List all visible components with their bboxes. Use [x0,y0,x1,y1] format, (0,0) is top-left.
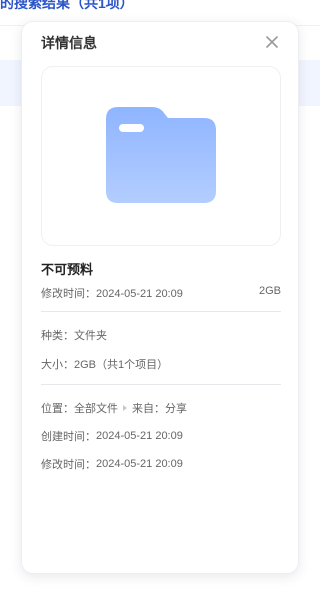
modified-label: 修改时间： [41,459,96,471]
close-icon [266,36,278,48]
created-label: 创建时间： [41,431,96,443]
from-label: 来自： [132,403,165,415]
file-name: 不可预料 [41,262,94,277]
type-info: 种类： 文件夹 [41,327,107,343]
modified-label: 修改时间： [41,288,96,300]
modified-value: 2024-05-21 20:09 [96,458,183,470]
modified-value: 2024-05-21 20:09 [96,288,183,300]
from-value: 分享 [165,403,187,415]
type-label: 种类： [41,330,74,342]
panel-title: 详情信息 [41,35,97,51]
modified-info: 修改时间： 2024-05-21 20:09 [41,456,183,472]
divider [41,384,281,385]
size-label: 大小： [41,359,74,371]
folder-icon [106,107,216,203]
location-info: 位置： 全部文件 来自： 分享 [41,400,187,416]
details-panel: 详情信息 不可预料 修改时间：2024-05-21 20:09 2GB 种类：文… [21,21,299,574]
created-info: 创建时间： 2024-05-21 20:09 [41,428,183,444]
chevron-right-icon [123,405,127,411]
results-title: 的搜索结果（共1项） [0,0,134,11]
location-label: 位置： [41,403,74,415]
modified-summary: 修改时间：2024-05-21 20:09 2GB [41,285,281,301]
size-summary: 2GB [258,285,281,297]
close-button[interactable] [263,33,281,51]
size-value: 2GB（共1个项目） [74,359,169,371]
divider [41,311,281,312]
size-info: 大小： 2GB（共1个项目） [41,356,168,372]
created-value: 2024-05-21 20:09 [96,430,183,442]
preview-area [41,66,281,246]
location-link[interactable]: 全部文件 [74,400,118,416]
type-value: 文件夹 [74,330,107,342]
